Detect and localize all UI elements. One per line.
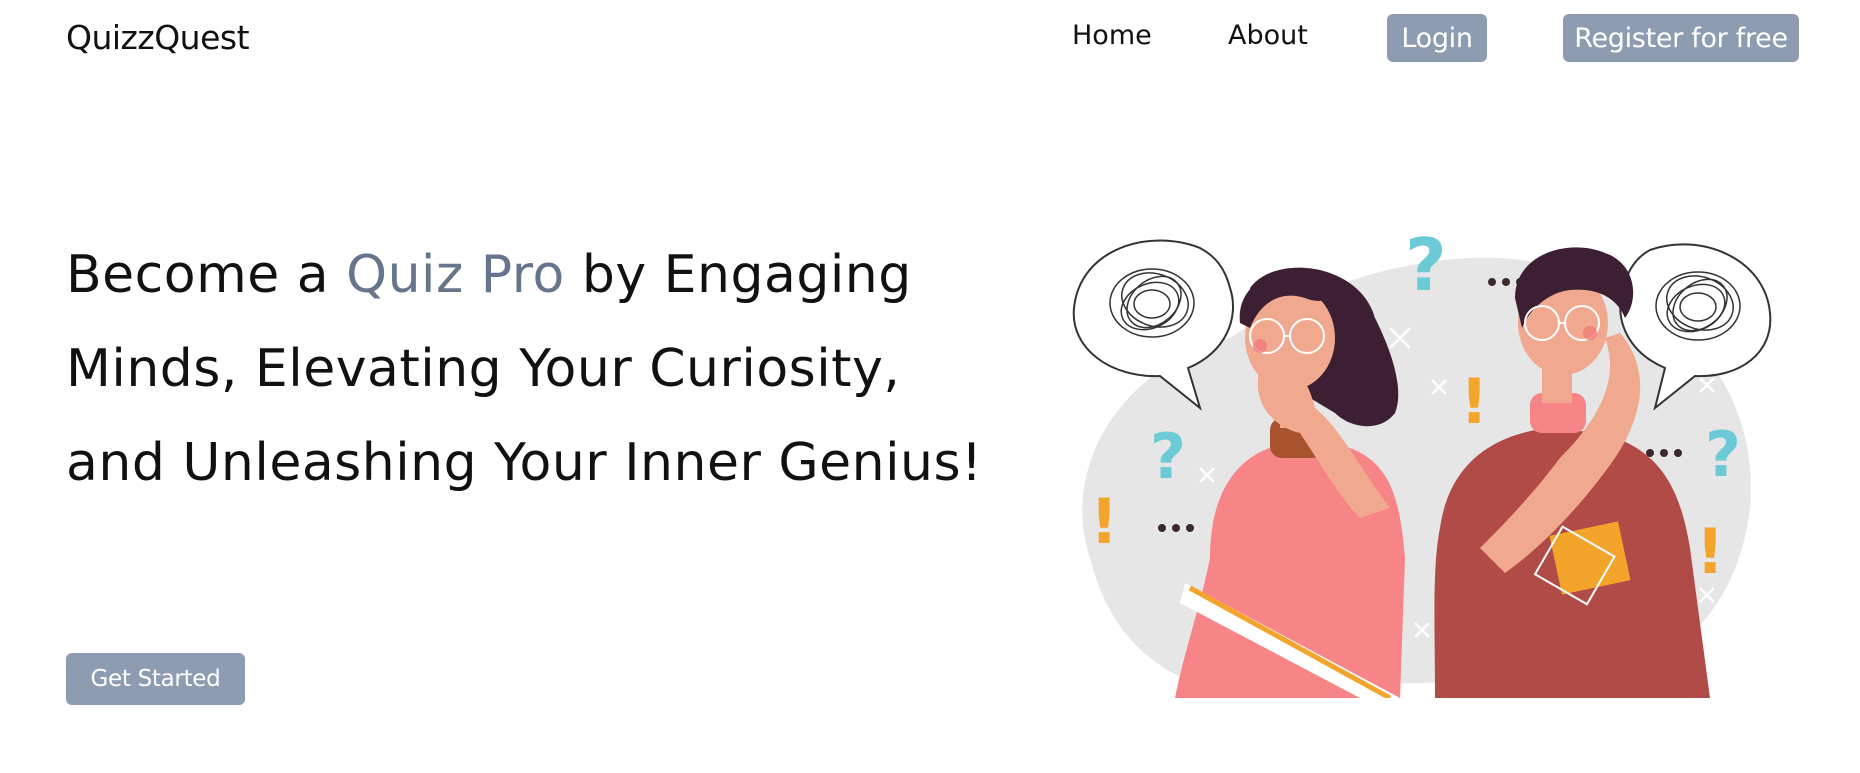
top-navbar: QuizzQuest Home About Login Register for… [0,0,1860,80]
question-mark-icon: ? [1150,420,1186,493]
headline-text-start: Become a [66,245,347,305]
brand-logo[interactable]: QuizzQuest [66,18,250,57]
hero-headline: Become a Quiz Pro by Engaging Minds, Ele… [66,228,1016,510]
get-started-button[interactable]: Get Started [66,653,245,705]
headline-accent: Quiz Pro [346,245,565,305]
exclamation-icon: ! [1090,485,1118,558]
question-mark-icon: ? [1405,228,1447,307]
register-button[interactable]: Register for free [1563,14,1799,62]
login-button[interactable]: Login [1387,14,1487,62]
exclamation-icon: ! [1696,515,1724,588]
nav-link-home[interactable]: Home [1072,20,1152,51]
thinking-people-illustration: ? ? ? ! ! ! [1072,228,1772,698]
nav-link-about[interactable]: About [1228,20,1308,51]
exclamation-icon: ! [1460,365,1488,438]
question-mark-icon: ? [1705,418,1741,491]
